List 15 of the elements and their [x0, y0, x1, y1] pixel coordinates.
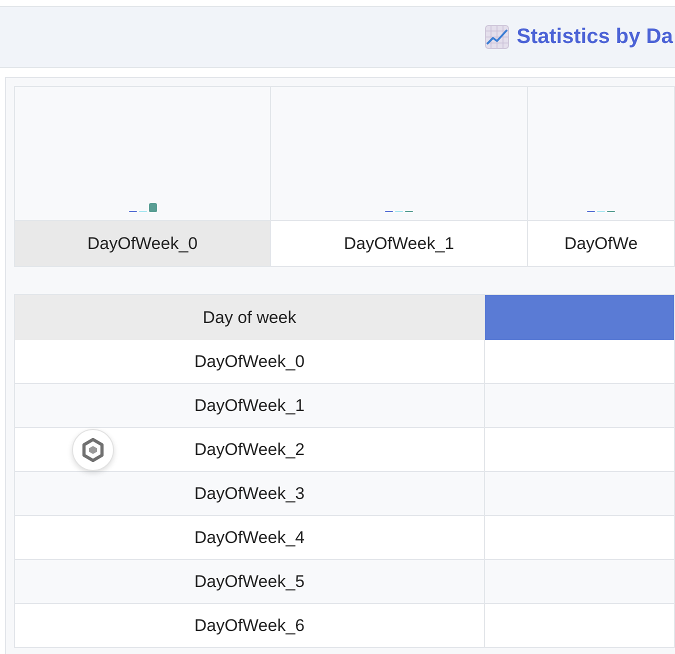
category-label[interactable]: DayOfWe: [528, 221, 675, 266]
table-cell: DayOfWeek_0: [15, 340, 485, 384]
table-cell: DayOfWeek_6: [15, 604, 485, 648]
category-label[interactable]: DayOfWeek_1: [271, 221, 528, 266]
hexagon-icon: [82, 438, 104, 462]
category-label[interactable]: DayOfWeek_0: [15, 221, 271, 266]
table-cell: DayOfWeek_3: [15, 472, 485, 516]
page-title: Statistics by Da: [516, 24, 673, 50]
table-cell: DayOfWeek_1: [15, 384, 485, 428]
column-header: Day of week: [15, 295, 485, 340]
table-cell: DayOfWeek_5: [15, 560, 485, 604]
line-chart-icon: [484, 25, 509, 49]
table-cell: DayOfWeek_2: [15, 428, 485, 472]
table-cell: DayOfWeek_4: [15, 516, 485, 560]
chart-bar: [148, 203, 156, 212]
